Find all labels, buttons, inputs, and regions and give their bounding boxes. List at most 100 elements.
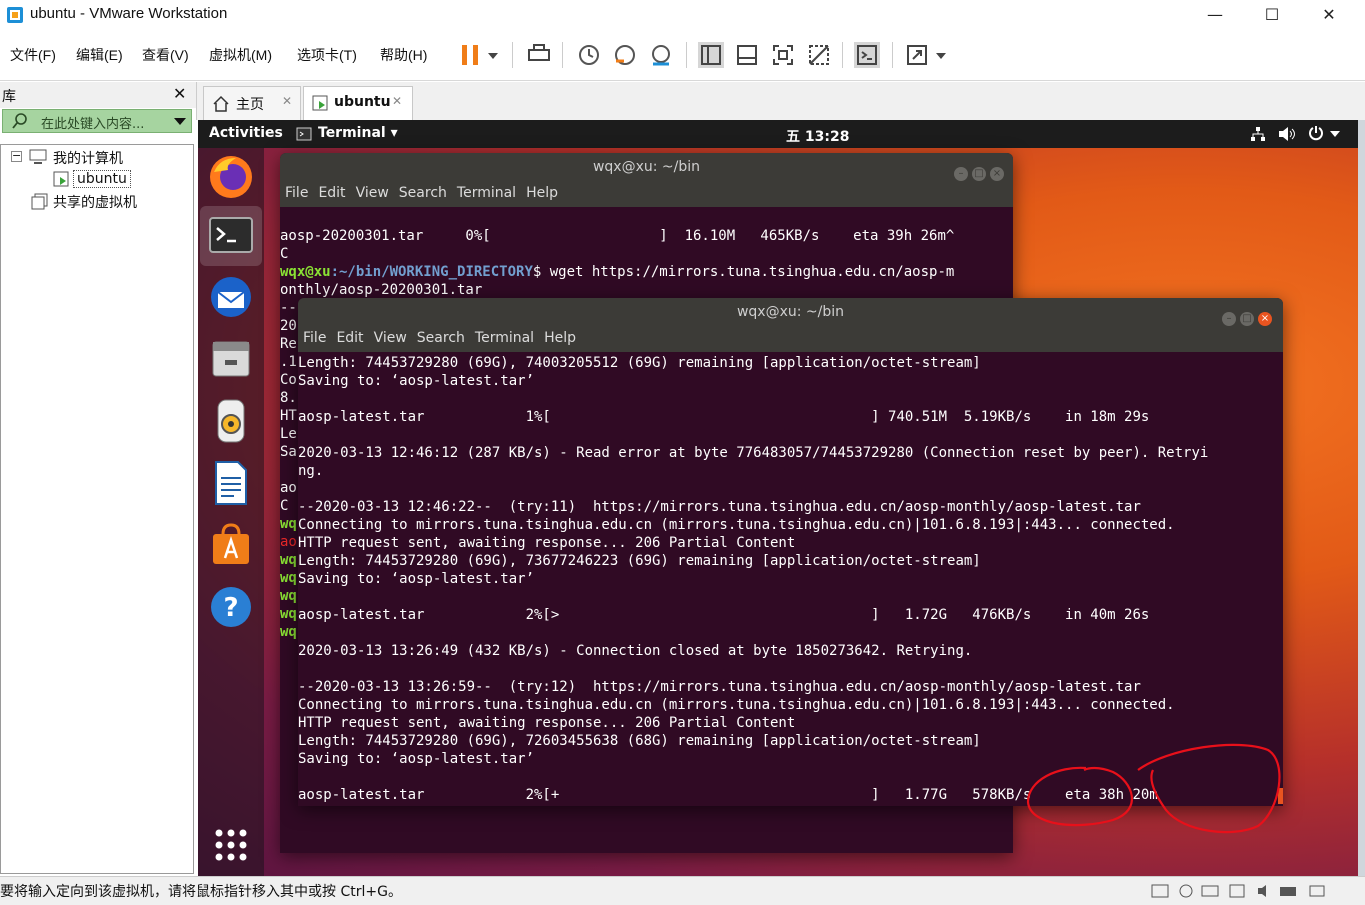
terminal-menubar: File Edit View Search Terminal Help xyxy=(285,185,568,207)
help-icon[interactable]: ? xyxy=(206,582,256,632)
files-icon[interactable] xyxy=(206,334,256,384)
pause-icon[interactable] xyxy=(458,42,484,68)
software-center-icon[interactable] xyxy=(206,520,256,570)
menu-view[interactable]: View xyxy=(356,185,389,201)
rhythmbox-icon[interactable] xyxy=(206,396,256,446)
terminal-window-front[interactable]: wqx@xu: ~/bin – □ × File Edit View Search Term… xyxy=(298,298,1283,806)
menubar: 文件(F) 编辑(E) 查看(V) 虚拟机(M) 选项卡(T) 帮助(H) xyxy=(0,30,1365,81)
menu-tabs[interactable]: 选项卡(T) xyxy=(297,45,357,65)
tab-ubuntu[interactable]: ubuntu ✕ xyxy=(303,86,413,121)
tab-home[interactable]: 主页 ✕ xyxy=(203,86,301,121)
network-icon[interactable] xyxy=(1250,126,1266,142)
menu-terminal[interactable]: Terminal xyxy=(475,330,534,346)
terminal-line: Saving to: ‘aosp-latest.tar’ xyxy=(298,373,535,389)
snapshot-icon[interactable] xyxy=(576,42,602,68)
menu-view[interactable]: View xyxy=(374,330,407,346)
close-icon[interactable]: × xyxy=(1258,312,1272,326)
menu-edit[interactable]: 编辑(E) xyxy=(76,45,123,65)
menu-file[interactable]: 文件(F) xyxy=(10,45,56,65)
minimize-icon[interactable]: – xyxy=(954,167,968,181)
terminal-title: wqx@xu: ~/bin xyxy=(736,304,845,320)
tree-item-shared-vms[interactable]: 共享的虚拟机 xyxy=(53,192,137,212)
terminal-line: --2020-03-13 12:46:22-- (try:11) https:/… xyxy=(298,499,1141,515)
chevron-down-icon[interactable] xyxy=(484,42,502,68)
fullscreen-icon[interactable] xyxy=(770,42,796,68)
app-menu-terminal[interactable]: Terminal ▾ xyxy=(318,125,398,141)
console-view-icon[interactable] xyxy=(854,42,880,68)
maximize-icon[interactable]: □ xyxy=(972,167,986,181)
menu-file[interactable]: File xyxy=(285,185,308,201)
window-title: ubuntu - VMware Workstation xyxy=(30,5,228,22)
terminal-menubar: File Edit View Search Terminal Help xyxy=(303,330,586,352)
menu-help[interactable]: Help xyxy=(526,185,558,201)
toolbar-separator xyxy=(562,42,563,68)
menu-help[interactable]: 帮助(H) xyxy=(380,45,427,65)
show-library-icon[interactable] xyxy=(698,42,724,68)
menu-file[interactable]: File xyxy=(303,330,326,346)
terminal-line: 2020-03-13 12:46:12 (287 KB/s) - Read er… xyxy=(298,445,1209,461)
vmware-logo-icon xyxy=(7,7,23,23)
statusbar-message: 要将输入定向到该虚拟机，请将鼠标指针移入其中或按 Ctrl+G。 xyxy=(0,884,402,900)
vm-tab-bar: 主页 ✕ ubuntu ✕ xyxy=(196,82,1365,121)
library-search-input[interactable]: 在此处键入内容... xyxy=(2,109,192,133)
menu-terminal[interactable]: Terminal xyxy=(457,185,516,201)
library-close-button[interactable]: ✕ xyxy=(173,84,186,103)
terminal-header: wqx@xu: ~/bin – □ × File Edit View Search Term… xyxy=(280,153,1013,207)
close-icon[interactable]: × xyxy=(990,167,1004,181)
toolbar-separator xyxy=(512,42,513,68)
collapse-toggle[interactable]: − xyxy=(11,150,22,162)
menu-edit[interactable]: Edit xyxy=(336,330,363,346)
search-icon xyxy=(12,113,27,129)
terminal-line: --2020-03-13 13:26:59-- (try:12) https:/… xyxy=(298,679,1141,695)
terminal-title: wqx@xu: ~/bin xyxy=(592,159,701,175)
firefox-icon[interactable] xyxy=(206,152,256,202)
thunderbird-icon[interactable] xyxy=(206,272,256,322)
prompt-path: :~/bin/WORKING_DIRECTORY xyxy=(330,264,533,280)
stretch-guest-icon[interactable] xyxy=(904,42,930,68)
chevron-down-icon[interactable] xyxy=(173,115,187,127)
unity-mode-icon[interactable] xyxy=(806,42,832,68)
terminal-output-front[interactable]: Length: 74453729280 (69G), 74003205512 (… xyxy=(298,354,1208,804)
tree-item-my-computer[interactable]: 我的计算机 xyxy=(53,148,123,168)
volume-icon[interactable] xyxy=(1278,126,1296,142)
tab-close-icon[interactable]: ✕ xyxy=(392,94,402,108)
thumbnail-bar-icon[interactable] xyxy=(734,42,760,68)
minimize-icon[interactable]: – xyxy=(1222,312,1236,326)
terminal-icon[interactable] xyxy=(206,210,256,260)
menu-vm[interactable]: 虚拟机(M) xyxy=(209,45,272,65)
menu-edit[interactable]: Edit xyxy=(318,185,345,201)
maximize-button[interactable]: ☐ xyxy=(1243,0,1301,30)
menu-view[interactable]: 查看(V) xyxy=(142,45,189,65)
terminal-window-controls: – □ × xyxy=(1218,306,1272,326)
vm-guest-screen[interactable]: Activities Terminal ▾ 五 13:28 ? wqx@xu: … xyxy=(198,120,1358,876)
terminal-line: Length: 74453729280 (69G), 74003205512 (… xyxy=(298,355,981,371)
library-title: 库 xyxy=(2,89,16,105)
chevron-down-icon[interactable] xyxy=(932,42,950,68)
home-icon xyxy=(213,95,229,112)
power-icon[interactable] xyxy=(1308,125,1324,141)
terminal-app-icon xyxy=(296,127,312,141)
prompt-command: $ wget https://mirrors.tuna.tsinghua.edu… xyxy=(532,264,955,280)
tree-item-ubuntu[interactable]: ubuntu xyxy=(73,170,131,188)
menu-help[interactable]: Help xyxy=(544,330,576,346)
clock[interactable]: 五 13:28 xyxy=(786,126,849,146)
show-applications-icon[interactable] xyxy=(206,820,256,870)
menu-search[interactable]: Search xyxy=(399,185,447,201)
libreoffice-writer-icon[interactable] xyxy=(206,458,256,508)
svg-text:?: ? xyxy=(223,593,238,623)
snapshot-manager-icon[interactable] xyxy=(648,42,674,68)
activities-button[interactable]: Activities xyxy=(209,125,283,141)
vm-view-edge xyxy=(1358,120,1365,876)
tab-close-icon[interactable]: ✕ xyxy=(282,94,292,108)
menu-search[interactable]: Search xyxy=(417,330,465,346)
revert-snapshot-icon[interactable] xyxy=(612,42,638,68)
window-titlebar: ubuntu - VMware Workstation — ☐ ✕ xyxy=(0,0,1365,30)
close-button[interactable]: ✕ xyxy=(1300,0,1358,30)
minimize-button[interactable]: — xyxy=(1186,0,1244,30)
device-status-icons[interactable] xyxy=(1150,883,1350,899)
vm-running-icon xyxy=(53,171,69,187)
chevron-down-icon[interactable] xyxy=(1330,130,1340,138)
maximize-icon[interactable]: □ xyxy=(1240,312,1254,326)
send-keys-icon[interactable] xyxy=(526,42,552,68)
